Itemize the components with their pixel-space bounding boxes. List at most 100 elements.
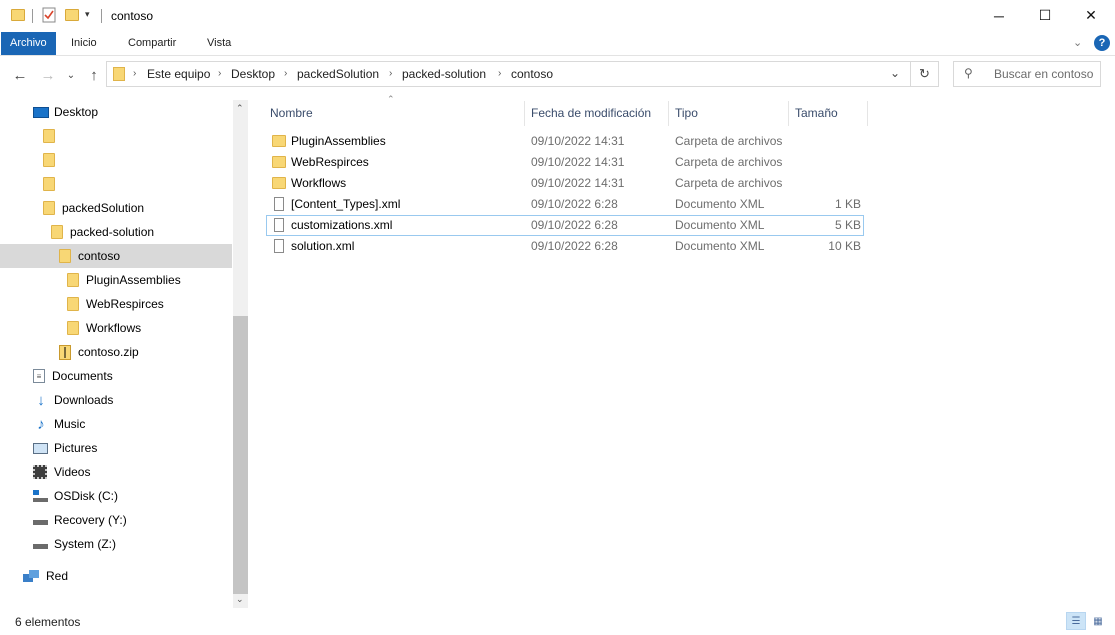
network-icon <box>23 569 40 583</box>
large-icons-view-icon[interactable]: ▦ <box>1088 612 1108 630</box>
tree-item-pictures[interactable]: Pictures <box>0 436 232 460</box>
tab-inicio[interactable]: Inicio <box>61 32 107 55</box>
details-view-icon[interactable]: ☰ <box>1066 612 1086 630</box>
separator <box>910 62 911 86</box>
new-folder-icon[interactable] <box>65 9 79 21</box>
file-name: PluginAssemblies <box>291 134 386 148</box>
tree-item-downloads[interactable]: ↓ Downloads <box>0 388 232 412</box>
column-header-date[interactable]: Fecha de modificación <box>525 101 669 126</box>
file-type: Carpeta de archivos <box>675 155 783 169</box>
tree-item-pluginassemblies[interactable]: PluginAssemblies <box>0 268 232 292</box>
tree-item-packed-solution[interactable]: packed-solution <box>0 220 232 244</box>
up-arrow-icon[interactable]: ↑ <box>84 65 104 85</box>
music-note-icon: ♪ <box>37 415 45 433</box>
file-name: solution.xml <box>291 239 355 253</box>
tree-item-folder[interactable] <box>0 172 232 196</box>
file-row-webrespirces[interactable]: WebRespirces 09/10/2022 14:31 Carpeta de… <box>266 152 864 173</box>
tree-item-webrespirces[interactable]: WebRespirces <box>0 292 232 316</box>
tab-compartir[interactable]: Compartir <box>118 32 186 55</box>
folder-icon <box>67 321 79 335</box>
maximize-button[interactable]: ☐ <box>1022 0 1068 31</box>
tab-vista[interactable]: Vista <box>197 32 241 55</box>
tree-item-folder[interactable] <box>0 148 232 172</box>
tree-item-recovery[interactable]: Recovery (Y:) <box>0 508 232 532</box>
documents-icon: ≡ <box>33 369 45 383</box>
folder-icon <box>272 177 286 189</box>
file-icon <box>274 239 284 253</box>
tree-item-folder[interactable] <box>0 124 232 148</box>
back-arrow-icon[interactable]: ← <box>10 65 30 85</box>
address-dropdown-icon[interactable]: ⌄ <box>890 66 900 80</box>
navigation-pane: Desktop packedSolution packed-solution c… <box>0 100 248 608</box>
tree-item-contoso-zip[interactable]: contoso.zip <box>0 340 232 364</box>
zip-folder-icon <box>59 344 71 360</box>
file-size: 5 KB <box>834 218 861 232</box>
address-bar[interactable]: › Este equipo › Desktop › packedSolution… <box>106 61 939 87</box>
column-header-name[interactable]: Nombre <box>264 101 525 126</box>
search-box[interactable]: ⚲ Buscar en contoso <box>953 61 1101 87</box>
title-bar: ▾ contoso ─ ☐ ✕ <box>0 0 1115 32</box>
tree-item-packedsolution[interactable]: packedSolution <box>0 196 232 220</box>
chevron-right-icon[interactable]: › <box>218 62 221 86</box>
file-row-solution[interactable]: solution.xml 09/10/2022 6:28 Documento X… <box>266 236 864 257</box>
recent-locations-icon[interactable]: ⌄ <box>64 65 78 85</box>
search-placeholder: Buscar en contoso <box>994 67 1094 81</box>
expand-ribbon-icon[interactable]: ⌄ <box>1073 36 1082 49</box>
tree-item-contoso[interactable]: contoso <box>0 244 232 268</box>
file-name: Workflows <box>291 176 347 190</box>
folder-icon <box>43 129 55 143</box>
file-row-customizations[interactable]: customizations.xml 09/10/2022 6:28 Docum… <box>266 215 864 236</box>
folder-icon <box>113 67 125 81</box>
file-name: WebRespirces <box>291 155 369 169</box>
scroll-down-icon[interactable]: ⌄ <box>236 594 244 605</box>
forward-arrow-icon[interactable]: → <box>38 65 58 85</box>
file-type: Documento XML <box>675 218 765 232</box>
column-header-type[interactable]: Tipo <box>669 101 789 126</box>
chevron-right-icon[interactable]: › <box>284 62 287 86</box>
scrollbar-thumb[interactable] <box>233 316 248 594</box>
tree-item-desktop[interactable]: Desktop <box>0 100 232 124</box>
help-icon[interactable]: ? <box>1094 35 1110 51</box>
refresh-icon[interactable]: ↻ <box>919 66 930 82</box>
tree-item-osdisk[interactable]: OSDisk (C:) <box>0 484 232 508</box>
tree-item-videos[interactable]: Videos <box>0 460 232 484</box>
properties-icon[interactable] <box>42 7 56 23</box>
chevron-right-icon[interactable]: › <box>498 62 501 86</box>
file-size: 10 KB <box>828 239 861 253</box>
desktop-icon <box>33 106 49 118</box>
folder-icon <box>272 156 286 168</box>
breadcrumb-desktop[interactable]: Desktop <box>231 62 275 86</box>
breadcrumb-contoso[interactable]: contoso <box>511 62 553 86</box>
chevron-right-icon[interactable]: › <box>133 62 136 86</box>
tab-archivo[interactable]: Archivo <box>1 32 56 55</box>
close-button[interactable]: ✕ <box>1068 0 1114 31</box>
tree-item-red[interactable]: Red <box>0 564 232 588</box>
tree-item-workflows[interactable]: Workflows <box>0 316 232 340</box>
file-type: Carpeta de archivos <box>675 176 783 190</box>
file-date: 09/10/2022 14:31 <box>531 176 625 190</box>
file-type: Documento XML <box>675 197 765 211</box>
breadcrumb-este-equipo[interactable]: Este equipo <box>147 62 210 86</box>
ribbon: Archivo Inicio Compartir Vista ⌄ ? <box>0 32 1115 56</box>
file-row-workflows[interactable]: Workflows 09/10/2022 14:31 Carpeta de ar… <box>266 173 864 194</box>
tree-item-system[interactable]: System (Z:) <box>0 532 232 556</box>
folder-icon <box>67 297 79 311</box>
file-icon <box>274 218 284 232</box>
folder-icon <box>59 249 71 263</box>
folder-icon <box>43 201 55 215</box>
file-row-content-types[interactable]: [Content_Types].xml 09/10/2022 6:28 Docu… <box>266 194 864 215</box>
breadcrumb-packed-solution[interactable]: packed-solution <box>402 62 486 86</box>
scroll-up-icon[interactable]: ⌃ <box>236 103 244 114</box>
tree-item-music[interactable]: ♪ Music <box>0 412 232 436</box>
file-row-pluginassemblies[interactable]: PluginAssemblies 09/10/2022 14:31 Carpet… <box>266 131 864 152</box>
breadcrumb-packedsolution[interactable]: packedSolution <box>297 62 379 86</box>
window-title: contoso <box>111 9 154 23</box>
minimize-button[interactable]: ─ <box>976 0 1022 31</box>
chevron-right-icon[interactable]: › <box>389 62 392 86</box>
pictures-icon <box>33 442 48 454</box>
drive-icon <box>33 544 48 549</box>
tree-item-documents[interactable]: ≡ Documents <box>0 364 232 388</box>
customize-toolbar-icon[interactable]: ▾ <box>85 9 90 20</box>
file-size: 1 KB <box>834 197 861 211</box>
column-header-size[interactable]: Tamaño <box>789 101 868 126</box>
